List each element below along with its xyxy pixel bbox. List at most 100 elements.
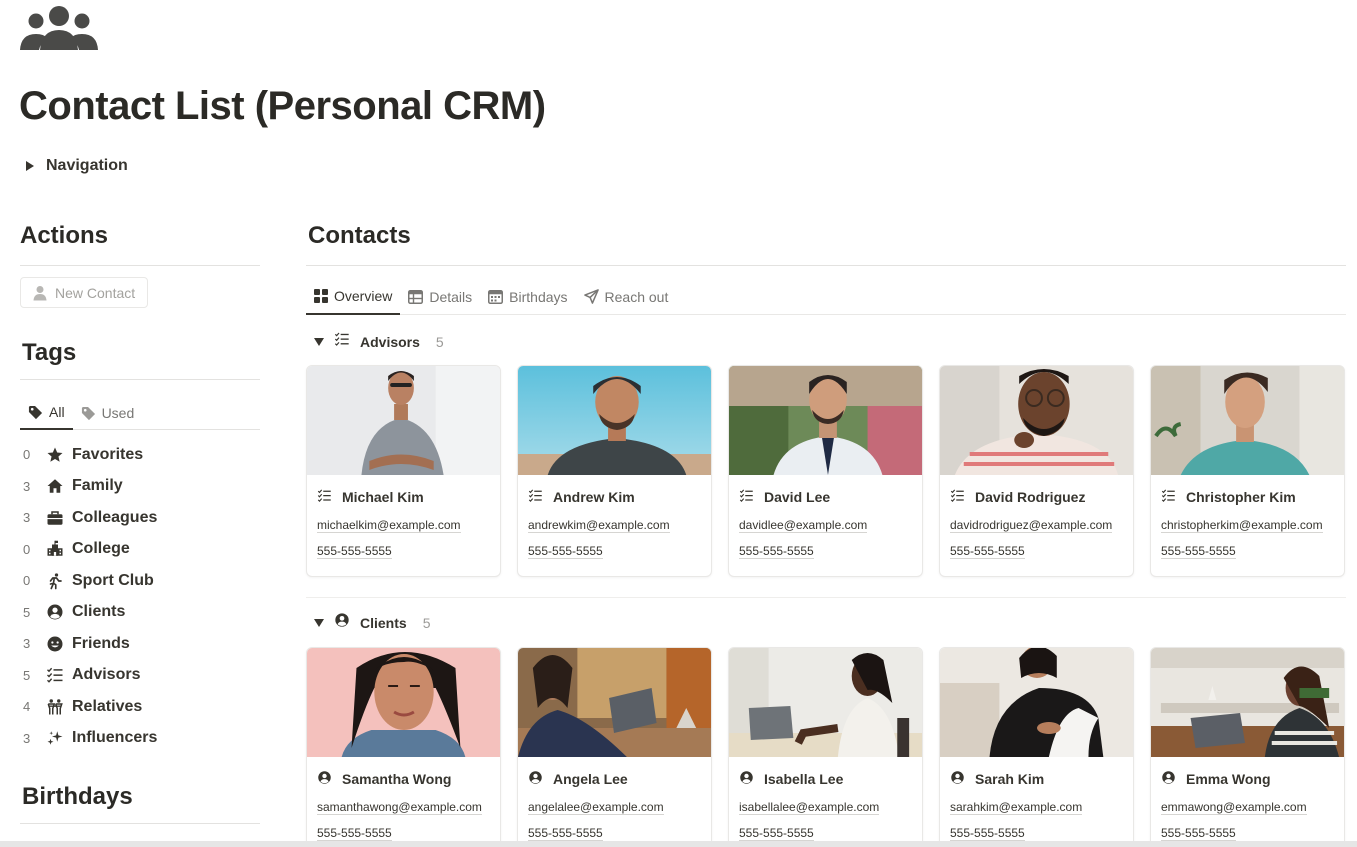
contact-phone-text: 555-555-5555 xyxy=(528,544,603,559)
tab-details[interactable]: Details xyxy=(400,278,480,315)
contact-phone-text: 555-555-5555 xyxy=(950,544,1025,559)
tag-item-colleagues[interactable]: 3 Colleagues xyxy=(20,502,260,534)
contact-phone[interactable]: 555-555-5555 xyxy=(739,544,912,559)
contact-phone[interactable]: 555-555-5555 xyxy=(317,826,490,841)
tag-item-family[interactable]: 3 Family xyxy=(20,471,260,503)
contact-email-text: christopherkim@example.com xyxy=(1161,518,1323,533)
contacts-heading: Contacts xyxy=(308,222,411,249)
contact-email[interactable]: michaelkim@example.com xyxy=(317,518,490,533)
contact-phone[interactable]: 555-555-5555 xyxy=(528,826,701,841)
contact-phone[interactable]: 555-555-5555 xyxy=(950,544,1123,559)
calendar-icon xyxy=(488,290,504,304)
tab-reach-out[interactable]: Reach out xyxy=(576,278,677,315)
contact-email-text: davidlee@example.com xyxy=(739,518,868,533)
tag-item-sport-club[interactable]: 0 Sport Club xyxy=(20,565,260,597)
tab-details-label: Details xyxy=(429,288,473,305)
star-icon xyxy=(46,446,64,464)
tag-item-relatives[interactable]: 4 Relatives xyxy=(20,691,260,723)
contact-email[interactable]: angelalee@example.com xyxy=(528,800,701,815)
contact-photo xyxy=(518,648,711,757)
contact-email[interactable]: samanthawong@example.com xyxy=(317,800,490,815)
tag-label: Colleagues xyxy=(72,508,158,526)
checklist-icon xyxy=(46,666,64,684)
contact-email[interactable]: isabellalee@example.com xyxy=(739,800,912,815)
checklist-icon xyxy=(739,488,754,506)
contact-phone[interactable]: 555-555-5555 xyxy=(528,544,701,559)
group-header-advisors[interactable]: Advisors 5 xyxy=(314,331,444,352)
tab-used[interactable]: Used xyxy=(73,396,143,430)
contact-phone[interactable]: 555-555-5555 xyxy=(739,826,912,841)
contact-card[interactable]: Sarah Kim sarahkim@example.com 555-555-5… xyxy=(939,647,1134,847)
triangle-right-icon xyxy=(26,161,34,171)
contact-name-text: Samantha Wong xyxy=(342,771,452,787)
tag-item-favorites[interactable]: 0 Favorites xyxy=(20,439,260,471)
contact-card[interactable]: David Lee davidlee@example.com 555-555-5… xyxy=(728,365,923,577)
contact-card[interactable]: Isabella Lee isabellalee@example.com 555… xyxy=(728,647,923,847)
navigation-toggle[interactable]: Navigation xyxy=(26,157,128,175)
contact-name-text: Andrew Kim xyxy=(553,489,635,505)
checklist-icon xyxy=(317,488,332,506)
group-header-clients[interactable]: Clients 5 xyxy=(314,612,430,633)
contact-email-text: isabellalee@example.com xyxy=(739,800,880,815)
contact-phone[interactable]: 555-555-5555 xyxy=(1161,826,1334,841)
tag-item-college[interactable]: 0 College xyxy=(20,534,260,566)
contact-name-text: Sarah Kim xyxy=(975,771,1045,787)
contact-card[interactable]: David Rodriguez davidrodriguez@example.c… xyxy=(939,365,1134,577)
contact-name-text: Angela Lee xyxy=(553,771,628,787)
card-row-clients: Samantha Wong samanthawong@example.com 5… xyxy=(306,647,1345,847)
contact-email[interactable]: emmawong@example.com xyxy=(1161,800,1334,815)
new-contact-button[interactable]: New Contact xyxy=(20,277,149,308)
divider xyxy=(306,265,1346,266)
view-tabs: Overview Details Birthdays Reach out xyxy=(306,278,1346,315)
group-count: 5 xyxy=(435,333,444,350)
tag-icon xyxy=(81,406,95,420)
smile-icon xyxy=(46,635,64,653)
contact-email[interactable]: sarahkim@example.com xyxy=(950,800,1123,815)
tab-birthdays[interactable]: Birthdays xyxy=(480,278,575,315)
tag-tabs: All Used xyxy=(20,396,260,430)
contact-phone[interactable]: 555-555-5555 xyxy=(1161,544,1334,559)
contact-card[interactable]: Angela Lee angelalee@example.com 555-555… xyxy=(517,647,712,847)
contact-card[interactable]: Michael Kim michaelkim@example.com 555-5… xyxy=(306,365,501,577)
contact-card[interactable]: Samantha Wong samanthawong@example.com 5… xyxy=(306,647,501,847)
tag-count: 0 xyxy=(23,573,31,589)
tag-count: 4 xyxy=(23,699,31,715)
tab-all-label: All xyxy=(49,404,65,420)
tab-overview-label: Overview xyxy=(334,287,393,304)
tag-icon xyxy=(28,405,43,419)
contact-phone-text: 555-555-5555 xyxy=(1161,544,1236,559)
tag-count: 0 xyxy=(23,541,31,557)
tag-item-clients[interactable]: 5 Clients xyxy=(20,597,260,629)
tab-reach-out-label: Reach out xyxy=(604,288,669,305)
contact-photo xyxy=(729,366,922,475)
user-circle-icon xyxy=(739,770,754,788)
contact-phone[interactable]: 555-555-5555 xyxy=(317,544,490,559)
tag-list: 0 Favorites 3 Family 3 Colleagues 0 Coll… xyxy=(20,439,260,754)
contact-email[interactable]: christopherkim@example.com xyxy=(1161,518,1334,533)
tag-item-advisors[interactable]: 5 Advisors xyxy=(20,660,260,692)
contact-card[interactable]: Andrew Kim andrewkim@example.com 555-555… xyxy=(517,365,712,577)
card-row-advisors: Michael Kim michaelkim@example.com 555-5… xyxy=(306,365,1345,577)
contact-phone-text: 555-555-5555 xyxy=(317,826,392,841)
tag-item-friends[interactable]: 3 Friends xyxy=(20,628,260,660)
people-group-icon[interactable] xyxy=(18,4,100,54)
contact-card[interactable]: Christopher Kim christopherkim@example.c… xyxy=(1150,365,1345,577)
tag-item-influencers[interactable]: 3 Influencers xyxy=(20,723,260,755)
contact-email-text: angelalee@example.com xyxy=(528,800,664,815)
contact-phone[interactable]: 555-555-5555 xyxy=(950,826,1123,841)
checklist-icon xyxy=(528,488,543,506)
actions-heading: Actions xyxy=(20,222,109,249)
tab-all[interactable]: All xyxy=(20,396,73,430)
horizontal-scrollbar[interactable] xyxy=(0,841,1357,847)
send-icon xyxy=(583,289,599,304)
tag-label: Clients xyxy=(72,603,126,621)
contact-name-text: David Rodriguez xyxy=(975,489,1086,505)
tag-count: 0 xyxy=(23,447,31,463)
tag-label: College xyxy=(72,540,130,558)
contact-email[interactable]: davidlee@example.com xyxy=(739,518,912,533)
contact-email[interactable]: andrewkim@example.com xyxy=(528,518,701,533)
contact-email[interactable]: davidrodriguez@example.com xyxy=(950,518,1123,533)
contact-card[interactable]: Emma Wong emmawong@example.com 555-555-5… xyxy=(1150,647,1345,847)
tab-overview[interactable]: Overview xyxy=(306,278,401,315)
contact-name: Andrew Kim xyxy=(528,487,701,507)
